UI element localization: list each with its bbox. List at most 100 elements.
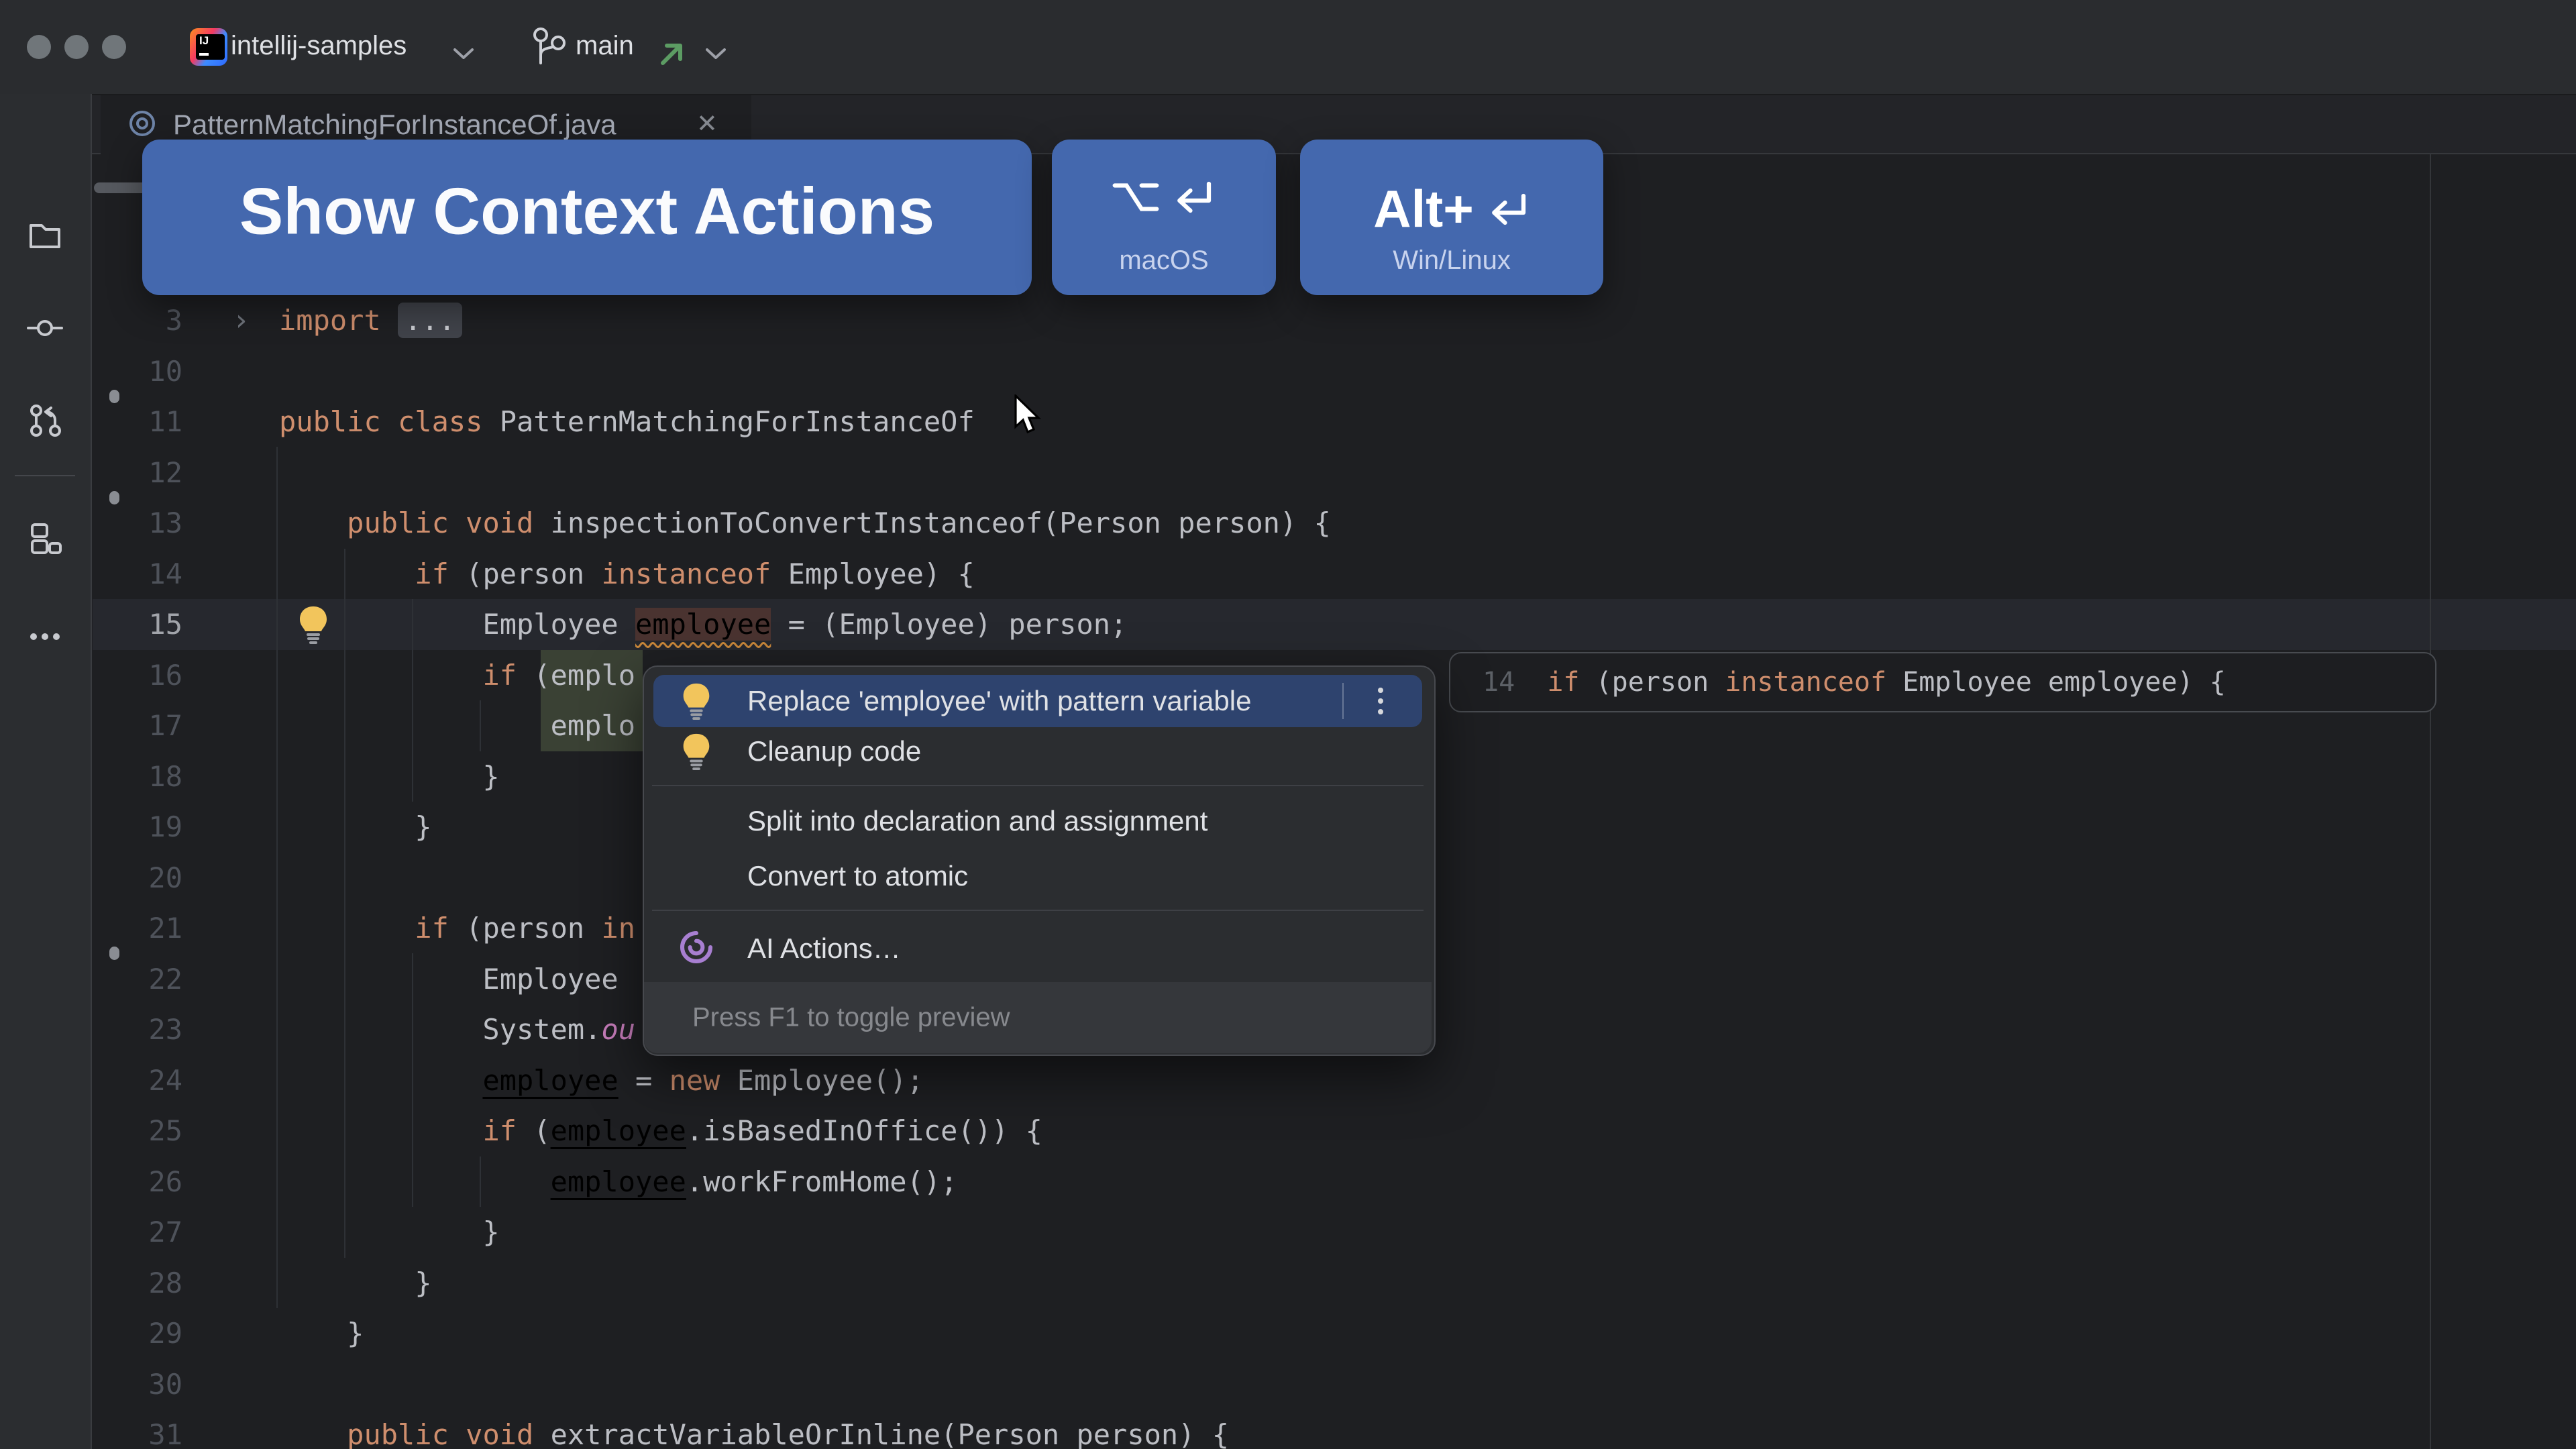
popup-separator: [652, 785, 1424, 786]
code-text: Employee: [279, 962, 636, 996]
pull-request-icon[interactable]: [27, 402, 63, 439]
popup-item[interactable]: AI Actions…: [653, 920, 1422, 977]
code-text: if (employee.isBasedInOffice()) {: [482, 1114, 1042, 1147]
line-number: 18: [148, 759, 182, 793]
code-text: employee.workFromHome();: [550, 1165, 958, 1198]
title-bar: IJ intellij-samples main: [0, 0, 2576, 95]
line-number: 11: [148, 405, 182, 438]
winlinux-label: Win/Linux: [1393, 246, 1511, 275]
line-number: 3: [165, 304, 182, 337]
mouse-cursor: [1012, 393, 1042, 439]
java-class-icon: [127, 109, 157, 138]
code-line[interactable]: 27 }: [0, 1207, 2576, 1258]
alt-return-keys: Alt+: [1300, 178, 1603, 239]
code-line[interactable]: 24 employee = new Employee();: [0, 1055, 2576, 1106]
line-number: 23: [148, 1013, 182, 1046]
code-line[interactable]: 30: [0, 1359, 2576, 1410]
tab-label: PatternMatchingForInstanceOf.java: [173, 109, 616, 140]
code-text: }: [279, 1317, 364, 1350]
line-number: 28: [148, 1266, 182, 1299]
line-number: 15: [148, 608, 182, 641]
code-text: public class PatternMatchingForInstanceO…: [279, 405, 975, 438]
bulb-icon: [678, 681, 715, 721]
line-number: 20: [148, 861, 182, 894]
code-text: public void extractVariableOrInline(Pers…: [347, 1418, 1230, 1449]
code-line[interactable]: 31 public void extractVariableOrInline(P…: [0, 1409, 2576, 1449]
code-text: if (emplo: [482, 658, 636, 692]
minimize-window-button[interactable]: [64, 35, 89, 59]
intention-bulb-icon[interactable]: [294, 604, 333, 645]
line-number: 19: [148, 810, 182, 843]
popup-separator: [652, 910, 1424, 911]
zoom-window-button[interactable]: [102, 35, 126, 59]
more-tool-windows-icon[interactable]: [27, 619, 63, 655]
popup-item[interactable]: Cleanup code: [653, 726, 1422, 777]
popup-item-label: AI Actions…: [747, 932, 901, 964]
chevron-down-icon: [453, 48, 474, 59]
context-actions-popup: Replace 'employee' with pattern variable…: [643, 665, 1436, 1056]
popup-item-label: Replace 'employee' with pattern variable: [747, 685, 1252, 716]
sidebar-divider: [15, 475, 75, 476]
code-text: employee = new Employee();: [482, 1063, 924, 1097]
shortcut-banner-title: Show Context Actions: [142, 140, 1032, 295]
popup-item[interactable]: Replace 'employee' with pattern variable: [653, 675, 1422, 727]
code-text: }: [279, 1266, 432, 1299]
code-line[interactable]: 13 public void inspectionToConvertInstan…: [0, 498, 2576, 549]
preview-code-line: 14 if (person instanceof Employee employ…: [1483, 667, 2226, 698]
push-arrow-icon: [657, 39, 687, 68]
code-line[interactable]: 10: [0, 346, 2576, 397]
code-text: if (person instanceof Employee) {: [415, 557, 975, 590]
popup-item[interactable]: Split into declaration and assignment: [653, 794, 1422, 848]
line-number: 22: [148, 962, 182, 996]
code-text: emplo: [550, 709, 636, 742]
close-window-button[interactable]: [27, 35, 51, 59]
code-text: if (person in: [415, 912, 636, 945]
popup-item-label: Cleanup code: [747, 735, 922, 767]
code-text: }: [279, 1216, 500, 1248]
code-text: System.ou: [279, 1013, 636, 1046]
commit-icon[interactable]: [27, 310, 63, 346]
line-number: 16: [148, 658, 182, 692]
code-line[interactable]: 26 employee.workFromHome();: [0, 1157, 2576, 1208]
code-line[interactable]: 3 › import ...: [0, 295, 2576, 346]
tool-window-sidebar: [0, 94, 92, 1449]
code-text: Employee employee = (Employee) person;: [279, 608, 1128, 641]
ide-window: IJ intellij-samples main PatternMatching…: [0, 0, 2576, 1449]
line-number: 13: [148, 506, 182, 539]
line-number: 27: [148, 1216, 182, 1248]
line-number: 26: [148, 1165, 182, 1198]
code-line[interactable]: 14 if (person instanceof Employee) {: [0, 549, 2576, 600]
code-line[interactable]: 12: [0, 447, 2576, 498]
kebab-menu-icon[interactable]: [1370, 682, 1391, 720]
popup-footer-hint: Press F1 to toggle preview: [692, 1002, 1010, 1032]
popup-item-label: Split into declaration and assignment: [747, 805, 1208, 837]
git-branch-icon: [529, 25, 572, 68]
code-line[interactable]: 28 }: [0, 1258, 2576, 1309]
project-folder-icon[interactable]: [27, 217, 63, 254]
popup-item-label: Convert to atomic: [747, 860, 969, 892]
code-line[interactable]: 15 Employee employee = (Employee) person…: [0, 599, 2576, 650]
code-line[interactable]: 25 if (employee.isBasedInOffice()) {: [0, 1106, 2576, 1157]
code-line[interactable]: 11 public class PatternMatchingForInstanc…: [0, 396, 2576, 447]
line-number: 14: [148, 557, 182, 590]
popup-item-divider: [1342, 683, 1344, 719]
line-number: 10: [148, 354, 182, 388]
code-text: }: [279, 810, 432, 843]
chevron-down-icon[interactable]: [706, 48, 726, 59]
structure-icon[interactable]: [27, 521, 63, 557]
macos-label: macOS: [1119, 246, 1209, 275]
code-line[interactable]: 29 }: [0, 1308, 2576, 1359]
preview-line-number: 14: [1483, 667, 1548, 698]
shortcut-banner-macos: macOS: [1052, 140, 1276, 295]
project-selector[interactable]: intellij-samples: [231, 31, 407, 61]
line-number: 21: [148, 912, 182, 945]
branch-selector[interactable]: main: [576, 31, 634, 61]
line-number: 17: [148, 709, 182, 742]
line-number: 12: [148, 455, 182, 489]
popup-item[interactable]: Convert to atomic: [653, 849, 1422, 903]
fold-arrow-icon[interactable]: ›: [232, 295, 250, 346]
popup-footer: Press F1 to toggle preview: [644, 982, 1432, 1053]
line-number: 30: [148, 1367, 182, 1401]
intention-preview-panel: 14 if (person instanceof Employee employ…: [1449, 652, 2436, 712]
close-icon[interactable]: ✕: [696, 109, 718, 139]
